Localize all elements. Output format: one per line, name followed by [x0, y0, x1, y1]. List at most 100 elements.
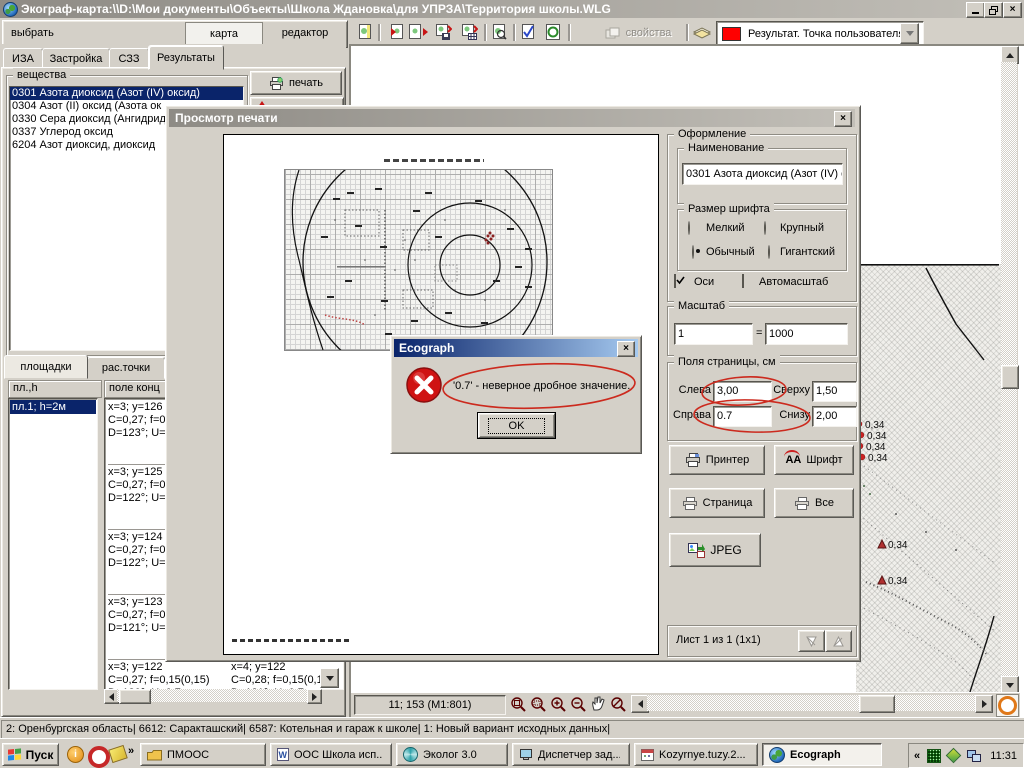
- tab-label: рас.точки: [102, 362, 150, 374]
- tray-more[interactable]: «: [914, 750, 920, 762]
- start-label: Пуск: [26, 748, 54, 762]
- scroll-right-icon[interactable]: [307, 689, 322, 704]
- site-list[interactable]: пл.1; h=2м: [8, 398, 98, 690]
- taskbar-item-pmoos[interactable]: ПМООС: [140, 743, 266, 766]
- tab-ploshchadki[interactable]: площадки: [4, 355, 88, 379]
- taskbar-item-ecograph[interactable]: Ecograph: [762, 743, 882, 766]
- tray-grid-icon[interactable]: [927, 749, 941, 763]
- quicklaunch-more[interactable]: »: [128, 745, 134, 757]
- minimize-button[interactable]: [966, 2, 985, 18]
- page-button[interactable]: Страница: [669, 488, 765, 518]
- window-title: Экограф-карта:\\D:\Мои документы\Объекты…: [21, 2, 951, 16]
- zoom-rect-icon[interactable]: [529, 695, 547, 716]
- substance-item[interactable]: 0301 Азота диоксид (Азот (IV) оксид): [10, 87, 243, 100]
- clock-tool-icon[interactable]: [996, 694, 1019, 717]
- error-close-icon[interactable]: ×: [617, 341, 635, 357]
- scale-numerator-input[interactable]: 1: [674, 323, 753, 345]
- autoscale-checkbox[interactable]: [742, 274, 744, 288]
- taskbar-item-kozyrnye[interactable]: Kozyrnye.tuzy.2...: [634, 743, 758, 766]
- preview-title: Просмотр печати: [175, 111, 278, 125]
- tray-clock[interactable]: 11:31: [990, 750, 1017, 762]
- scroll-thumb[interactable]: [1001, 365, 1019, 389]
- ok-button[interactable]: OK: [478, 413, 555, 438]
- zoom-page-icon[interactable]: [509, 695, 527, 716]
- zoom-in-icon[interactable]: [549, 695, 567, 716]
- quicklaunch-note-icon[interactable]: [108, 745, 128, 763]
- zoom-off-icon[interactable]: [609, 695, 627, 716]
- tab-results[interactable]: Результаты: [148, 45, 224, 70]
- import-map-icon[interactable]: [384, 23, 404, 44]
- tray-network-icon[interactable]: [967, 750, 981, 762]
- start-button[interactable]: Пуск: [2, 743, 59, 766]
- radio-small[interactable]: [688, 221, 690, 235]
- new-map-icon[interactable]: [356, 23, 374, 44]
- scale-denominator-input[interactable]: 1000: [765, 323, 848, 345]
- close-button[interactable]: ×: [1003, 2, 1022, 18]
- layer-combobox-dropdown[interactable]: [900, 23, 919, 44]
- margin-top-input[interactable]: 1,50: [812, 381, 857, 402]
- tab-map[interactable]: карта: [185, 22, 263, 46]
- taskbar-item-oos[interactable]: W ООС Школа исп...: [270, 743, 392, 766]
- word-doc-icon: W: [277, 748, 289, 761]
- restore-button[interactable]: [984, 2, 1003, 18]
- preview-close-icon[interactable]: ×: [834, 111, 852, 127]
- preview-titlebar: Просмотр печати ×: [169, 109, 855, 127]
- name-input[interactable]: 0301 Азота диоксид (Азот (IV) о: [682, 163, 843, 185]
- layer-color-swatch: [722, 27, 741, 41]
- map-vscrollbar[interactable]: [1001, 46, 1018, 692]
- zoom-out-icon[interactable]: [569, 695, 587, 716]
- quicklaunch-opera-icon[interactable]: [88, 746, 110, 768]
- next-sheet-button[interactable]: [825, 630, 852, 652]
- radio-giant[interactable]: [768, 245, 770, 259]
- export-map-icon[interactable]: [408, 23, 428, 44]
- layer-combobox[interactable]: Результат. Точка пользователя: [716, 21, 924, 46]
- menu-select[interactable]: выбрать: [11, 27, 54, 39]
- scroll-right-icon[interactable]: [975, 695, 993, 713]
- margin-bottom-input[interactable]: 2,00: [812, 406, 857, 427]
- taskbar-item-ecolog[interactable]: Эколог 3.0: [396, 743, 508, 766]
- quicklaunch-info-icon[interactable]: i: [67, 746, 84, 763]
- pan-hand-icon[interactable]: [589, 695, 607, 716]
- toolbar-separator: [568, 24, 571, 41]
- taskbar-item-taskmgr[interactable]: Диспетчер зад...: [512, 743, 630, 766]
- status-bar: 2: Оренбургская область| 6612: Саракташс…: [0, 717, 1024, 739]
- scroll-thumb[interactable]: [859, 695, 895, 713]
- radio-large[interactable]: [764, 221, 766, 235]
- target-icon[interactable]: [544, 23, 562, 44]
- margin-right-input[interactable]: 0.7: [713, 406, 772, 427]
- marker-label: 0,34: [888, 540, 908, 551]
- tray-diamond-icon[interactable]: [946, 748, 962, 764]
- print-preview-icon: [269, 77, 284, 90]
- map-hscrollbar[interactable]: [631, 695, 991, 712]
- sheet-info-box: Лист 1 из 1 (1x1): [667, 625, 857, 657]
- all-button[interactable]: Все: [774, 488, 854, 518]
- margin-right-label: Справа: [670, 409, 711, 421]
- site-item[interactable]: пл.1; h=2м: [10, 400, 96, 414]
- tab-editor[interactable]: редактор: [262, 22, 347, 44]
- check-icon[interactable]: [519, 23, 537, 44]
- preview-icon[interactable]: [490, 23, 508, 44]
- svg-text:W: W: [279, 750, 288, 760]
- printer-icon: [682, 497, 698, 510]
- jpeg-button-label: JPEG: [710, 543, 741, 557]
- print-button[interactable]: печать: [250, 71, 342, 95]
- layers-icon[interactable]: [692, 26, 712, 43]
- margin-left-input[interactable]: 3,00: [713, 381, 772, 402]
- prev-sheet-button[interactable]: [798, 630, 825, 652]
- axes-checkbox[interactable]: [674, 274, 676, 288]
- col-header-site: пл.,h: [8, 380, 102, 398]
- scroll-track[interactable]: [647, 695, 975, 711]
- properties-button[interactable]: свойства: [594, 21, 682, 45]
- save-map-icon[interactable]: [434, 23, 452, 44]
- printer-button[interactable]: Принтер: [669, 445, 765, 475]
- marker-label: 0,34: [888, 576, 908, 587]
- conc-dropdown-button[interactable]: [320, 668, 339, 688]
- save-table-icon[interactable]: [460, 23, 478, 44]
- conc-item[interactable]: x=3; y=122C=0,27; f=0,15(0,15)D=120°; U=…: [108, 661, 226, 690]
- radio-normal[interactable]: [692, 245, 694, 259]
- jpeg-button[interactable]: JPEG: [669, 533, 761, 567]
- tab-ras-tochki[interactable]: рас.точки: [87, 357, 165, 379]
- conc-hscrollbar[interactable]: [104, 689, 320, 703]
- font-button[interactable]: AA Шрифт: [774, 445, 854, 475]
- scroll-thumb[interactable]: [119, 689, 151, 704]
